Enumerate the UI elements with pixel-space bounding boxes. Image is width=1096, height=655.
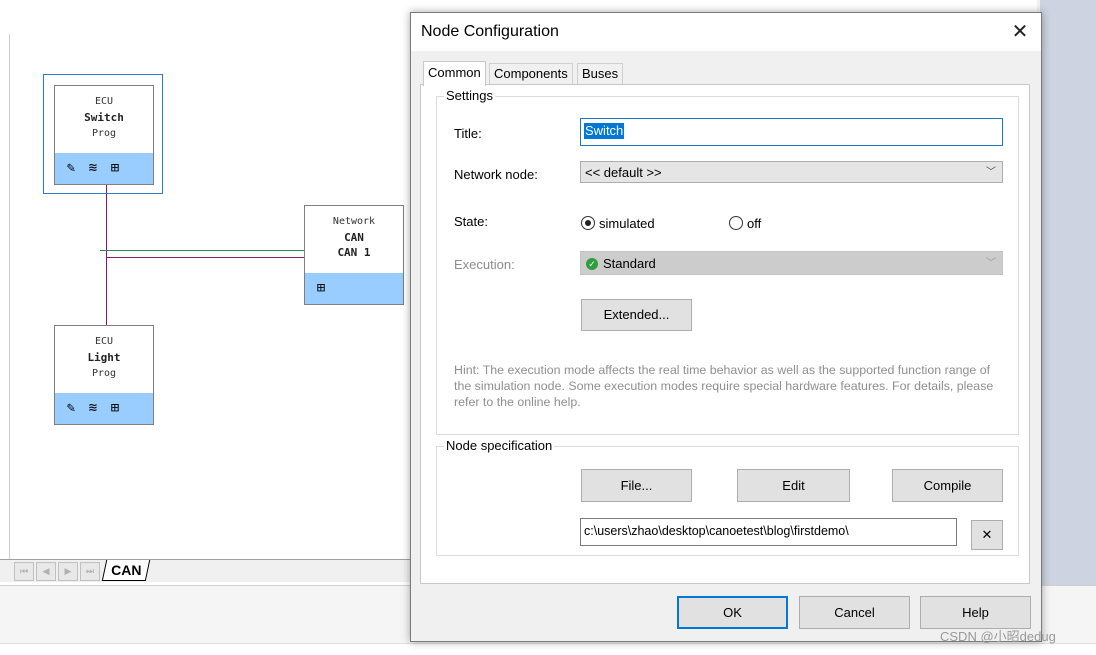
dialog-title: Node Configuration [421, 23, 559, 40]
node-type-label: ECU [94, 96, 114, 107]
state-label: State: [454, 214, 488, 229]
cancel-button[interactable]: Cancel [799, 596, 910, 629]
compile-button[interactable]: Compile [892, 469, 1003, 502]
node-name-label: Light [87, 351, 121, 364]
canvas-left-border [9, 34, 10, 559]
check-circle-icon: ✓ [586, 258, 598, 270]
file-button[interactable]: File... [581, 469, 692, 502]
node-file-path-input[interactable]: c:\users\zhao\desktop\canoetest\blog\fir… [580, 518, 957, 546]
stack-icon[interactable]: ≋ [85, 400, 101, 416]
node-icon-bar: ✎ ≋ ⊞ [55, 153, 153, 184]
ecu-node-light[interactable]: ECU Light Prog ✎ ≋ ⊞ [54, 325, 154, 425]
right-panel [1040, 0, 1096, 590]
execution-select: ✓ Standard ﹀ [580, 251, 1003, 275]
node-type-label: ECU [94, 336, 114, 347]
watermark-text: CSDN @小昭dedug [940, 629, 1056, 644]
dialog-titlebar[interactable]: Node Configuration ✕ [411, 13, 1041, 51]
node-name-label: Switch [84, 111, 124, 124]
node-icon-bar: ✎ ≋ ⊞ [55, 393, 153, 424]
state-simulated-radio[interactable] [581, 216, 595, 230]
node-kind-label: Prog [91, 368, 117, 379]
chevron-down-icon: ﹀ [986, 258, 996, 269]
node-icon-bar: ⊞ [305, 273, 403, 304]
bus-wire-vertical [106, 182, 107, 327]
settings-group-label: Settings [444, 88, 495, 103]
execution-value: Standard [603, 256, 656, 271]
network-node-label: Network node: [454, 167, 538, 182]
help-button[interactable]: Help [920, 596, 1031, 629]
state-simulated-label[interactable]: simulated [599, 216, 655, 231]
title-input[interactable]: Switch [580, 118, 1003, 146]
network-node-can[interactable]: Network CAN CAN 1 ⊞ [304, 205, 404, 305]
tab-buses[interactable]: Buses [577, 63, 624, 84]
node-bus-label: CAN [344, 231, 364, 244]
execution-hint-text: Hint: The execution mode affects the rea… [454, 363, 994, 409]
node-file-path-value: c:\users\zhao\desktop\canoetest\blog\fir… [584, 524, 849, 538]
pencil-icon[interactable]: ✎ [63, 160, 79, 176]
edit-button[interactable]: Edit [737, 469, 850, 502]
status-bar [0, 643, 1096, 655]
network-node-select[interactable]: << default >> ﹀ [580, 161, 1003, 183]
stack-icon[interactable]: ≋ [85, 160, 101, 176]
settings-group: Settings Title: Switch Network node: << … [436, 88, 1019, 435]
node-configuration-dialog: Node Configuration ✕ Common Components B… [410, 12, 1042, 642]
network-icon[interactable]: ⊞ [107, 400, 123, 416]
node-specification-group: Node specification File... Edit Compile … [436, 438, 1019, 556]
execution-label: Execution: [454, 257, 515, 272]
state-off-radio[interactable] [729, 216, 743, 230]
extended-button[interactable]: Extended... [581, 299, 692, 331]
close-icon[interactable]: ✕ [1009, 21, 1031, 43]
prev-sheet-icon[interactable]: ◀ [36, 562, 56, 581]
sheet-tab-can[interactable]: CAN [101, 560, 151, 581]
node-kind-label: Prog [91, 128, 117, 139]
chevron-down-icon: ﹀ [986, 167, 996, 178]
network-icon[interactable]: ⊞ [313, 280, 329, 296]
ok-button[interactable]: OK [677, 596, 788, 629]
node-channel-label: CAN 1 [337, 246, 371, 259]
title-input-value: Switch [584, 123, 625, 139]
node-specification-label: Node specification [444, 438, 555, 453]
close-icon: ✕ [981, 527, 993, 542]
node-type-label: Network [332, 216, 376, 227]
state-off-label[interactable]: off [747, 216, 761, 231]
tab-page-common: Settings Title: Switch Network node: << … [420, 84, 1030, 584]
ecu-node-switch[interactable]: ECU Switch Prog ✎ ≋ ⊞ [54, 85, 154, 185]
tab-common[interactable]: Common [423, 61, 486, 86]
clear-path-button[interactable]: ✕ [971, 520, 1003, 550]
pencil-icon[interactable]: ✎ [63, 400, 79, 416]
network-node-value: << default >> [585, 165, 662, 180]
last-sheet-icon[interactable]: ⏭ [80, 562, 100, 581]
title-label: Title: [454, 126, 482, 141]
first-sheet-icon[interactable]: ⏮ [14, 562, 34, 581]
network-icon[interactable]: ⊞ [107, 160, 123, 176]
tab-components[interactable]: Components [489, 63, 573, 84]
bus-wire-red [106, 257, 305, 258]
next-sheet-icon[interactable]: ▶ [58, 562, 78, 581]
bus-wire-green [100, 250, 305, 251]
